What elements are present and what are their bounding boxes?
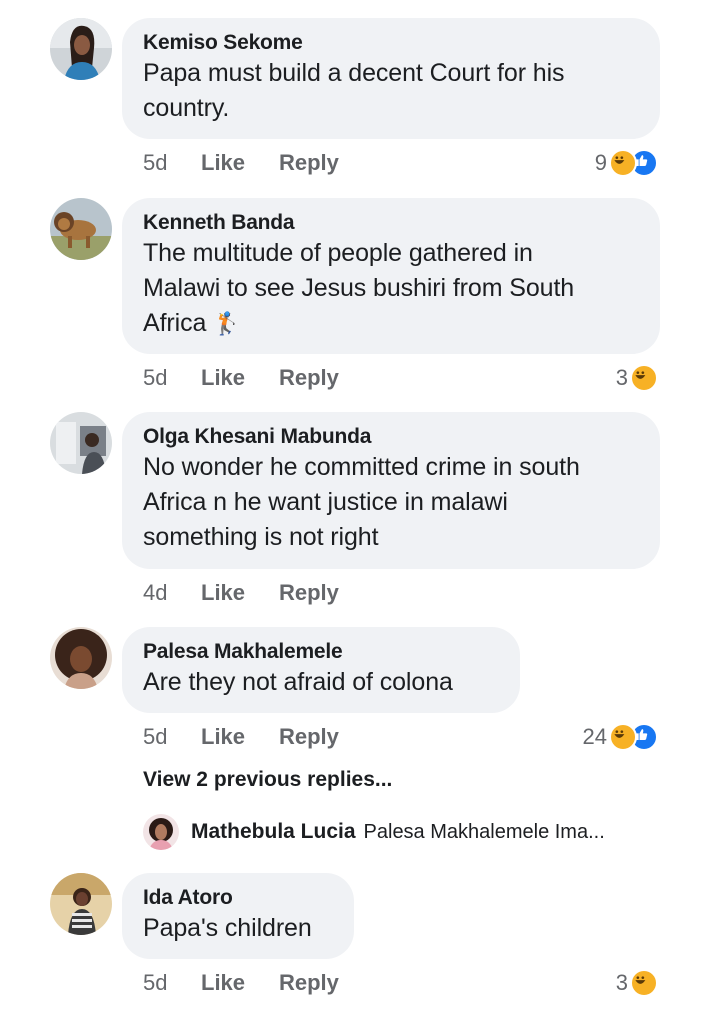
reply-button[interactable]: Reply (279, 365, 339, 391)
haha-reaction-icon (609, 149, 637, 177)
reply-button[interactable]: Reply (279, 580, 339, 606)
comment-text: No wonder he committed crime in south Af… (143, 453, 580, 551)
comment-bubble: Kenneth Banda The multitude of people ga… (122, 198, 660, 354)
like-button[interactable]: Like (201, 365, 279, 391)
like-button[interactable]: Like (201, 724, 279, 750)
comment-bubble: Kemiso Sekome Papa must build a decent C… (122, 18, 660, 139)
reaction-summary[interactable]: 9 (595, 149, 658, 177)
haha-reaction-icon (609, 723, 637, 751)
reaction-count: 9 (594, 150, 607, 175)
comment-author[interactable]: Olga Khesani Mabunda (143, 424, 640, 450)
avatar[interactable] (50, 198, 112, 260)
comment-actions: 5d Like Reply (143, 970, 339, 996)
comment-age[interactable]: 5d (143, 724, 201, 750)
comment-actions: 5d Like Reply (143, 365, 339, 391)
avatar[interactable] (50, 873, 112, 935)
reaction-count: 24 (582, 724, 607, 749)
golfer-emoji: 🏌 (213, 312, 241, 337)
reply-button[interactable]: Reply (279, 724, 339, 750)
comment-actions: 5d Like Reply (143, 150, 339, 176)
comment-age[interactable]: 5d (143, 970, 201, 996)
avatar[interactable] (50, 627, 112, 689)
reply-button[interactable]: Reply (279, 150, 339, 176)
comment-bubble: Olga Khesani Mabunda No wonder he commit… (122, 412, 660, 569)
reaction-summary[interactable]: 3 (616, 364, 658, 392)
comment-text: The multitude of people gathered in Mala… (143, 239, 575, 337)
comment-author[interactable]: Ida Atoro (143, 885, 334, 911)
haha-reaction-icon (630, 364, 658, 392)
comment-author[interactable]: Kemiso Sekome (143, 30, 640, 56)
haha-reaction-icon (630, 969, 658, 997)
comment-text: Papa must build a decent Court for his c… (143, 59, 565, 122)
comment-author[interactable]: Kenneth Banda (143, 210, 640, 236)
comment-text: Papa's children (143, 914, 312, 942)
comment-age[interactable]: 4d (143, 580, 201, 606)
avatar[interactable] (50, 412, 112, 474)
reply-snippet: Palesa Makhalemele Ima... (363, 820, 605, 843)
comment-text: Are they not afraid of colona (143, 668, 453, 696)
like-button[interactable]: Like (201, 970, 279, 996)
comment-author[interactable]: Palesa Makhalemele (143, 639, 500, 665)
like-button[interactable]: Like (201, 150, 279, 176)
comment-bubble: Palesa Makhalemele Are they not afraid o… (122, 627, 520, 713)
avatar[interactable] (143, 814, 179, 850)
comment-age[interactable]: 5d (143, 365, 201, 391)
reaction-summary[interactable]: 24 (583, 723, 658, 751)
reply-button[interactable]: Reply (279, 970, 339, 996)
comment-age[interactable]: 5d (143, 150, 201, 176)
reaction-summary[interactable]: 3 (616, 969, 658, 997)
comment-actions: 5d Like Reply (143, 724, 339, 750)
view-previous-replies-link[interactable]: View 2 previous replies... (143, 768, 392, 792)
reply-author[interactable]: Mathebula Lucia (191, 820, 356, 844)
reaction-count: 3 (615, 970, 628, 995)
comment-bubble: Ida Atoro Papa's children (122, 873, 354, 959)
like-button[interactable]: Like (201, 580, 279, 606)
reaction-count: 3 (615, 365, 628, 390)
comment-actions: 4d Like Reply (143, 580, 339, 606)
latest-reply-preview[interactable]: Mathebula Lucia Palesa Makhalemele Ima..… (143, 814, 605, 850)
avatar[interactable] (50, 18, 112, 80)
